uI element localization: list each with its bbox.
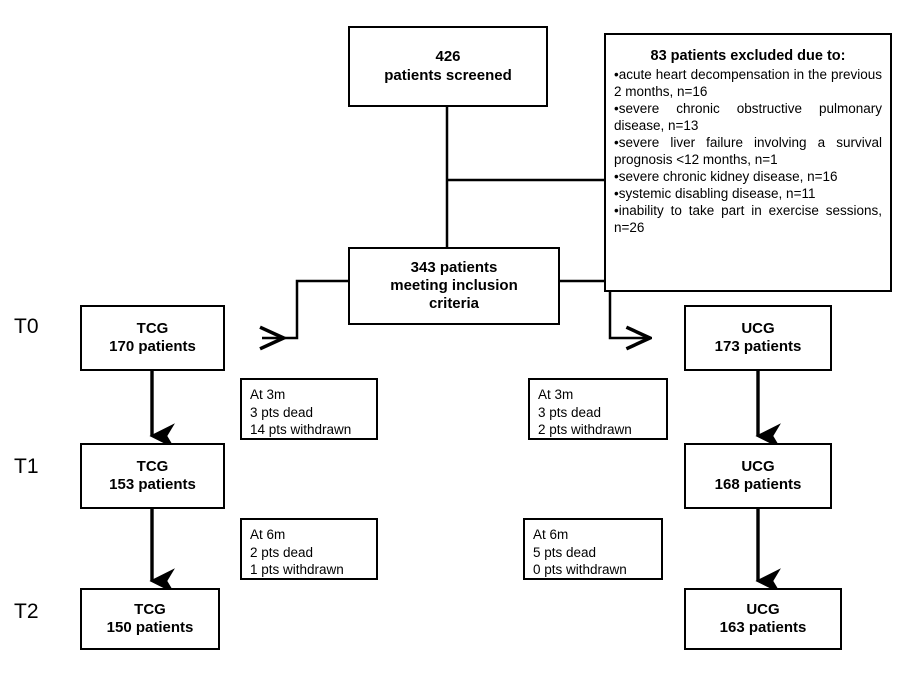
excluded-reason-list: acute heart decompensation in the previo… bbox=[614, 66, 882, 236]
node-tcg-t0: TCG 170 patients bbox=[80, 305, 225, 371]
note-ucg-3m-line-3: 2 pts withdrawn bbox=[538, 422, 632, 438]
excluded-reason: acute heart decompensation in the previo… bbox=[614, 66, 882, 100]
note-ucg-3m-line-2: 3 pts dead bbox=[538, 404, 602, 420]
note-ucg-3m: At 3m 3 pts dead 2 pts withdrawn bbox=[528, 378, 668, 440]
note-tcg-6m-line-1: At 6m bbox=[250, 527, 286, 542]
note-tcg-3m: At 3m 3 pts dead 14 pts withdrawn bbox=[240, 378, 378, 440]
tcg-t1-count: 153 patients bbox=[109, 476, 196, 493]
tcg-t0-group: TCG bbox=[136, 319, 169, 337]
note-ucg-3m-line-1: At 3m bbox=[538, 387, 574, 402]
note-ucg-6m-line-2: 5 pts dead bbox=[533, 544, 597, 560]
note-ucg-6m-line-3: 0 pts withdrawn bbox=[533, 562, 627, 578]
node-patients-screened: 426 patients screened bbox=[348, 26, 548, 107]
excluded-reason: severe chronic kidney disease, n=16 bbox=[614, 168, 882, 185]
wire-inclusion-to-tcg bbox=[262, 279, 348, 338]
timepoint-label-t1: T1 bbox=[14, 455, 39, 478]
timepoint-label-t0: T0 bbox=[14, 315, 39, 338]
note-tcg-3m-line-1: At 3m bbox=[250, 387, 286, 402]
excluded-reason: severe chronic obstructive pulmonary dis… bbox=[614, 100, 882, 134]
note-tcg-6m-line-2: 2 pts dead bbox=[250, 544, 314, 560]
tcg-t2-group: TCG bbox=[134, 600, 166, 618]
ucg-t0-count: 173 patients bbox=[714, 338, 802, 355]
note-tcg-6m: At 6m 2 pts dead 1 pts withdrawn bbox=[240, 518, 378, 580]
excluded-reason: severe liver failure involving a surviva… bbox=[614, 134, 882, 168]
note-tcg-3m-line-2: 3 pts dead bbox=[250, 404, 314, 420]
inclusion-line-2: meeting inclusion bbox=[390, 276, 518, 294]
flowchart-canvas: 426 patients screened 83 patients exclud… bbox=[0, 0, 900, 675]
ucg-t1-count: 168 patients bbox=[714, 476, 802, 493]
ucg-t2-count: 163 patients bbox=[719, 619, 807, 636]
node-patients-excluded: 83 patients excluded due to: acute heart… bbox=[604, 33, 892, 292]
node-ucg-t1: UCG 168 patients bbox=[684, 443, 832, 509]
note-ucg-6m: At 6m 5 pts dead 0 pts withdrawn bbox=[523, 518, 663, 580]
node-ucg-t2: UCG 163 patients bbox=[684, 588, 842, 650]
excluded-heading: 83 patients excluded due to: bbox=[650, 48, 846, 64]
screened-label: patients screened bbox=[384, 66, 512, 84]
inclusion-line-1: 343 patients bbox=[410, 258, 498, 276]
excluded-reason: inability to take part in exercise sessi… bbox=[614, 202, 882, 236]
node-tcg-t1: TCG 153 patients bbox=[80, 443, 225, 509]
node-tcg-t2: TCG 150 patients bbox=[80, 588, 220, 650]
tcg-t0-count: 170 patients bbox=[109, 338, 196, 355]
ucg-t1-group: UCG bbox=[741, 457, 775, 475]
excluded-reason: systemic disabling disease, n=11 bbox=[614, 185, 882, 202]
tcg-t1-group: TCG bbox=[136, 457, 169, 475]
ucg-t2-group: UCG bbox=[746, 600, 780, 618]
note-tcg-6m-line-3: 1 pts withdrawn bbox=[250, 562, 344, 578]
inclusion-line-3: criteria bbox=[428, 295, 480, 313]
timepoint-label-t2: T2 bbox=[14, 600, 39, 623]
node-inclusion-criteria: 343 patients meeting inclusion criteria bbox=[348, 247, 560, 325]
screened-count: 426 bbox=[435, 48, 461, 66]
note-tcg-3m-line-3: 14 pts withdrawn bbox=[250, 422, 352, 438]
ucg-t0-group: UCG bbox=[741, 319, 775, 337]
tcg-t2-count: 150 patients bbox=[106, 619, 194, 636]
node-ucg-t0: UCG 173 patients bbox=[684, 305, 832, 371]
note-ucg-6m-line-1: At 6m bbox=[533, 527, 569, 542]
